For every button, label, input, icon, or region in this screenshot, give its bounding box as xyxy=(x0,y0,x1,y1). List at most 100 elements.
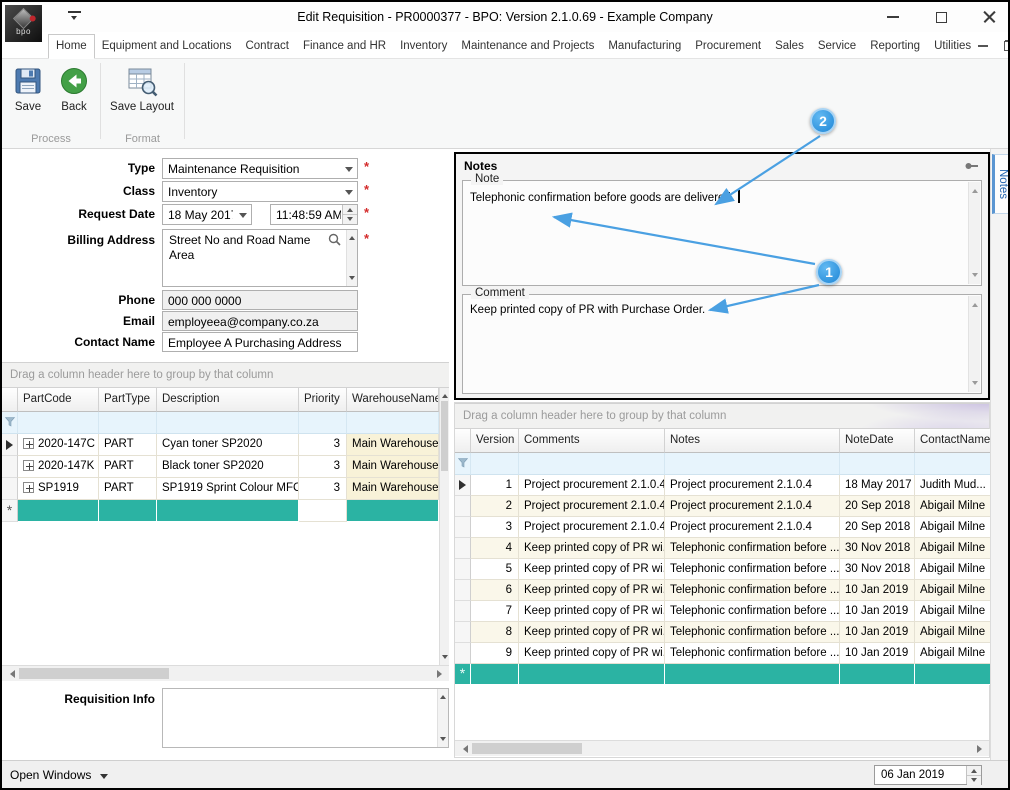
cell-notes[interactable]: Telephonic confirmation before ... xyxy=(665,559,840,580)
column-header-description[interactable]: Description xyxy=(157,388,299,412)
cell-warehouse[interactable]: Main Warehouse xyxy=(347,434,439,456)
open-windows-button[interactable]: Open Windows xyxy=(10,768,108,783)
new-row-indicator[interactable]: * xyxy=(2,500,18,522)
cell-notes[interactable]: Telephonic confirmation before ... xyxy=(665,580,840,601)
cell-comments[interactable]: Keep printed copy of PR wi... xyxy=(519,580,665,601)
filter-cell[interactable] xyxy=(471,453,519,475)
column-header-partcode[interactable]: PartCode xyxy=(18,388,99,412)
chevron-down-icon[interactable] xyxy=(340,182,357,201)
cell-notes[interactable]: Project procurement 2.1.0.4 xyxy=(665,475,840,496)
row-indicator[interactable] xyxy=(455,538,471,559)
cell-description[interactable]: Black toner SP2020 xyxy=(157,456,299,478)
column-header-warehousename[interactable]: WarehouseName xyxy=(347,388,439,412)
spin-down-button[interactable] xyxy=(967,776,981,785)
comment-scrollbar[interactable] xyxy=(968,296,980,392)
cell-warehouse[interactable]: Main Warehouse xyxy=(347,456,439,478)
cell-notes[interactable]: Telephonic confirmation before ... xyxy=(665,601,840,622)
cell-comments[interactable]: Project procurement 2.1.0.4 xyxy=(519,517,665,538)
tab-sales[interactable]: Sales xyxy=(768,35,811,58)
filter-cell[interactable] xyxy=(99,412,157,434)
cell-version[interactable]: 6 xyxy=(471,580,519,601)
cell-notedate[interactable]: 30 Nov 2018 xyxy=(840,559,915,580)
filter-cell[interactable] xyxy=(18,412,99,434)
column-header-parttype[interactable]: PartType xyxy=(99,388,157,412)
row-indicator[interactable] xyxy=(455,517,471,538)
row-indicator[interactable] xyxy=(455,496,471,517)
status-date-picker[interactable]: 06 Jan 2019 xyxy=(874,765,982,785)
cell-notedate[interactable]: 10 Jan 2019 xyxy=(840,622,915,643)
expand-icon[interactable] xyxy=(23,482,34,493)
cell-comments[interactable]: Keep printed copy of PR wi... xyxy=(519,601,665,622)
filter-cell[interactable] xyxy=(519,453,665,475)
tab-service[interactable]: Service xyxy=(811,35,863,58)
row-indicator[interactable] xyxy=(455,559,471,580)
cell-notes[interactable]: Telephonic confirmation before ... xyxy=(665,622,840,643)
cell-contactname[interactable]: Abigail Milne xyxy=(915,538,991,559)
dock-tab-notes[interactable]: Notes xyxy=(992,154,1010,214)
cell-version[interactable]: 7 xyxy=(471,601,519,622)
chevron-down-icon[interactable] xyxy=(340,159,357,178)
scroll-left-button[interactable] xyxy=(2,666,18,681)
billing-address-field[interactable]: Street No and Road Name Area xyxy=(162,229,358,287)
cell-warehouse[interactable]: Main Warehouse xyxy=(347,478,439,500)
filter-cell[interactable] xyxy=(840,453,915,475)
requisition-info-scrollbar[interactable] xyxy=(437,689,448,747)
cell-description[interactable]: SP1919 Sprint Colour MFC xyxy=(157,478,299,500)
cell-contactname[interactable]: Abigail Milne xyxy=(915,643,991,664)
cell-partcode[interactable] xyxy=(18,500,99,522)
cell-parttype[interactable]: PART xyxy=(99,434,157,456)
cell-priority[interactable]: 3 xyxy=(299,478,347,500)
scroll-left-button[interactable] xyxy=(455,741,471,756)
request-time-spinner[interactable]: 11:48:59 AM xyxy=(270,204,358,225)
cell-contactname[interactable]: Abigail Milne xyxy=(915,559,991,580)
row-indicator[interactable] xyxy=(455,475,471,496)
cell-description[interactable]: Cyan toner SP2020 xyxy=(157,434,299,456)
tab-equipment-and-locations[interactable]: Equipment and Locations xyxy=(95,35,239,58)
cell-contactname[interactable]: Abigail Milne xyxy=(915,496,991,517)
cell-parttype[interactable] xyxy=(99,500,157,522)
phone-field[interactable]: 000 000 0000 xyxy=(162,290,358,310)
cell-notes[interactable]: Project procurement 2.1.0.4 xyxy=(665,517,840,538)
vertical-scrollbar[interactable] xyxy=(439,388,449,665)
cell-comments[interactable]: Keep printed copy of PR wi... xyxy=(519,643,665,664)
cell-version[interactable] xyxy=(471,664,519,685)
cell-priority[interactable] xyxy=(299,500,347,522)
column-header-comments[interactable]: Comments xyxy=(519,429,665,453)
cell-contactname[interactable]: Abigail Milne xyxy=(915,601,991,622)
cell-version[interactable]: 9 xyxy=(471,643,519,664)
column-header-priority[interactable]: Priority xyxy=(299,388,347,412)
tab-home[interactable]: Home xyxy=(48,34,95,59)
class-combobox[interactable]: Inventory xyxy=(162,181,358,202)
cell-comments[interactable]: Keep printed copy of PR wi... xyxy=(519,538,665,559)
scroll-right-button[interactable] xyxy=(433,666,449,681)
tab-manufacturing[interactable]: Manufacturing xyxy=(601,35,688,58)
save-button[interactable]: Save xyxy=(6,65,50,113)
group-by-hint[interactable]: Drag a column header here to group by th… xyxy=(455,403,989,429)
mdi-restore-button[interactable] xyxy=(1004,40,1010,51)
cell-partcode[interactable]: SP1919 xyxy=(18,478,99,500)
minimize-button[interactable] xyxy=(886,10,900,24)
cell-parttype[interactable]: PART xyxy=(99,478,157,500)
row-indicator[interactable] xyxy=(455,601,471,622)
row-indicator[interactable] xyxy=(455,580,471,601)
cell-priority[interactable]: 3 xyxy=(299,434,347,456)
tab-procurement[interactable]: Procurement xyxy=(688,35,768,58)
back-button[interactable]: Back xyxy=(52,65,96,113)
tab-reporting[interactable]: Reporting xyxy=(863,35,927,58)
cell-version[interactable]: 3 xyxy=(471,517,519,538)
row-indicator[interactable] xyxy=(2,478,18,500)
horizontal-scrollbar[interactable] xyxy=(2,665,449,681)
billing-scrollbar[interactable] xyxy=(346,230,357,286)
cell-notedate[interactable]: 10 Jan 2019 xyxy=(840,601,915,622)
tab-inventory[interactable]: Inventory xyxy=(393,35,454,58)
scrollbar-thumb[interactable] xyxy=(19,668,169,679)
tab-maintenance-and-projects[interactable]: Maintenance and Projects xyxy=(454,35,601,58)
cell-comments[interactable]: Project procurement 2.1.0.4 xyxy=(519,475,665,496)
comment-textarea[interactable]: Keep printed copy of PR with Purchase Or… xyxy=(470,304,961,316)
cell-warehouse[interactable] xyxy=(347,500,439,522)
cell-contactname[interactable]: Abigail Milne xyxy=(915,622,991,643)
filter-cell[interactable] xyxy=(665,453,840,475)
cell-partcode[interactable]: 2020-147C xyxy=(18,434,99,456)
quick-access-toolbar-icon[interactable] xyxy=(68,11,81,23)
cell-comments[interactable]: Keep printed copy of PR wi... xyxy=(519,559,665,580)
